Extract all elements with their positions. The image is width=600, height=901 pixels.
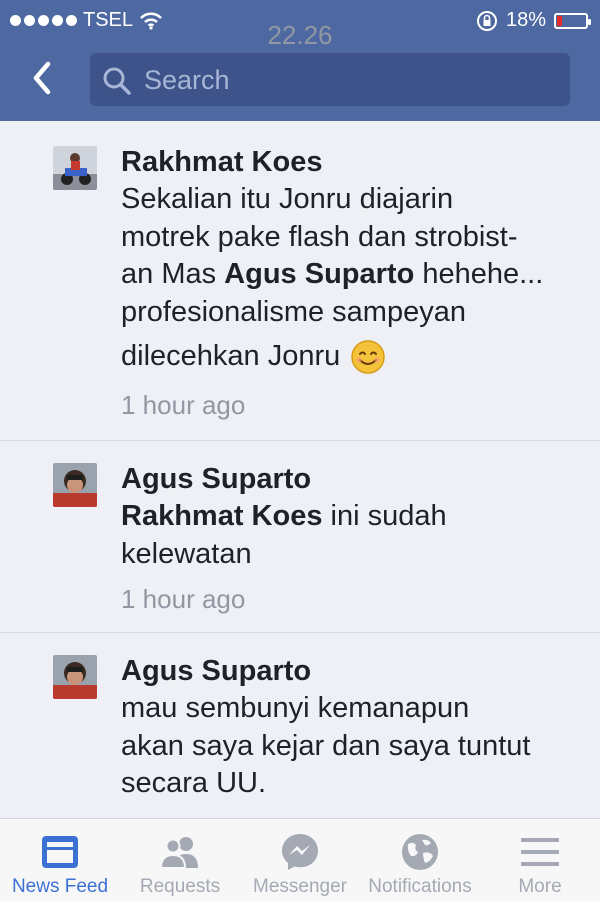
battery-percent: 18% xyxy=(505,9,546,31)
tab-label: Notifications xyxy=(368,876,472,897)
comment-line: mau sembunyi kemanapun xyxy=(121,692,470,724)
comment-line: motrek pake flash dan strobist- xyxy=(121,220,518,253)
search-input[interactable] xyxy=(142,63,556,98)
messenger-icon xyxy=(282,834,318,870)
status-bar: TSEL 22.26 18% xyxy=(0,0,600,50)
news-feed-icon xyxy=(42,836,78,868)
comment-text: mau sembunyi kemanapun akan saya kejar d… xyxy=(121,690,581,803)
tab-label: Messenger xyxy=(253,876,347,897)
avatar[interactable] xyxy=(53,655,97,699)
tab-messenger[interactable]: Messenger xyxy=(240,819,360,901)
comment-text: Rakhmat Koes ini sudah kelewatan xyxy=(121,498,581,573)
avatar[interactable] xyxy=(53,146,97,190)
comment-time: 1 hour ago xyxy=(121,584,246,614)
search-bar[interactable] xyxy=(90,53,570,106)
comment-author[interactable]: Agus Suparto xyxy=(121,460,581,498)
comment-text: Sekalian itu Jonru diajarin motrek pake … xyxy=(121,181,581,381)
chevron-left-icon xyxy=(33,61,51,95)
avatar[interactable] xyxy=(53,463,97,507)
tab-bar: News Feed Requests Messenger Notificatio… xyxy=(0,818,600,901)
globe-icon xyxy=(402,834,438,870)
comment-line: hehehe... xyxy=(414,258,544,290)
mention-link[interactable]: Agus Suparto xyxy=(224,258,414,290)
comment-body: Agus Suparto Rakhmat Koes ini sudah kele… xyxy=(121,460,581,617)
tab-label: Requests xyxy=(139,876,221,897)
comments-list[interactable]: Rakhmat Koes Sekalian itu Jonru diajarin… xyxy=(0,121,600,818)
comment-body: Agus Suparto mau sembunyi kemanapun akan… xyxy=(121,652,581,803)
comment-line: kelewatan xyxy=(121,537,252,570)
comment-author[interactable]: Rakhmat Koes xyxy=(121,143,581,181)
comment-line: profesionalisme sampeyan xyxy=(121,295,466,328)
friend-requests-icon xyxy=(159,837,198,869)
hamburger-menu-icon xyxy=(521,838,559,866)
comment-line: secara UU. xyxy=(121,767,267,799)
back-button[interactable] xyxy=(24,58,64,98)
tab-requests[interactable]: Requests xyxy=(120,819,240,901)
comment-line: dilecehkan Jonru xyxy=(121,340,341,372)
search-icon xyxy=(103,67,131,95)
top-bar: TSEL 22.26 18% xyxy=(0,0,600,121)
mention-link[interactable]: Rakhmat Koes xyxy=(121,500,322,532)
comment-item: Rakhmat Koes Sekalian itu Jonru diajarin… xyxy=(0,121,600,441)
comment-item: Agus Suparto Rakhmat Koes ini sudah kele… xyxy=(0,441,600,633)
tab-label: More xyxy=(518,876,562,897)
tab-more[interactable]: More xyxy=(480,819,600,901)
smiling-face-icon xyxy=(351,340,386,375)
comment-line: Sekalian itu Jonru diajarin xyxy=(121,183,454,215)
battery-icon xyxy=(554,12,591,29)
comment-body: Rakhmat Koes Sekalian itu Jonru diajarin… xyxy=(121,143,581,423)
comment-author[interactable]: Agus Suparto xyxy=(121,652,581,690)
tab-notifications[interactable]: Notifications xyxy=(360,819,480,901)
battery-level xyxy=(557,15,562,26)
comment-time: 1 hour ago xyxy=(121,390,246,420)
rotation-lock-icon xyxy=(476,10,497,31)
comment-item: Agus Suparto mau sembunyi kemanapun akan… xyxy=(0,633,600,818)
battery-area: 18% xyxy=(476,9,591,32)
tab-label: News Feed xyxy=(11,876,109,897)
tab-news-feed[interactable]: News Feed xyxy=(0,819,120,901)
comment-line: akan saya kejar dan saya tuntut xyxy=(121,729,531,762)
comment-line: an Mas xyxy=(121,258,225,290)
comment-line: ini sudah xyxy=(322,500,447,532)
